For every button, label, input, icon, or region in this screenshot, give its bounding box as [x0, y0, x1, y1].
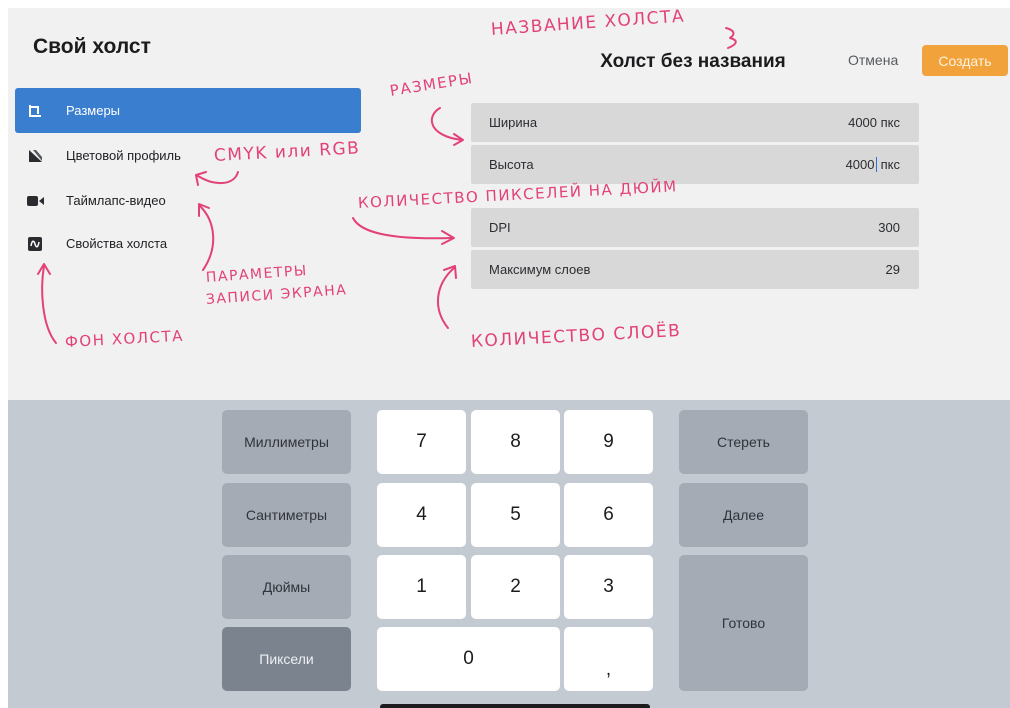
height-value-unit: пкс	[877, 157, 900, 172]
unit-centimeters-key[interactable]: Сантиметры	[222, 483, 351, 547]
width-field[interactable]: Ширина 4000 пкс	[471, 103, 919, 142]
digit-5-key[interactable]: 5	[471, 483, 560, 547]
done-key[interactable]: Готово	[679, 555, 808, 691]
home-indicator	[380, 704, 650, 708]
annotation-screen-record-1: ПАРАМЕТРЫ	[205, 262, 309, 286]
digit-9-key[interactable]: 9	[564, 410, 653, 474]
sidebar-item-label: Таймлапс-видео	[66, 193, 166, 208]
digit-4-key[interactable]: 4	[377, 483, 466, 547]
digit-8-key[interactable]: 8	[471, 410, 560, 474]
dimensions-icon	[26, 102, 44, 120]
create-button[interactable]: Создать	[922, 45, 1008, 76]
dpi-field[interactable]: DPI 300	[471, 208, 919, 247]
erase-key[interactable]: Стереть	[679, 410, 808, 474]
max-layers-value: 29	[885, 262, 900, 277]
numeric-keyboard: Миллиметры Сантиметры Дюймы Пиксели 7 8 …	[8, 400, 1010, 708]
digit-0-key[interactable]: 0	[377, 627, 560, 691]
digit-6-key[interactable]: 6	[564, 483, 653, 547]
max-layers-field[interactable]: Максимум слоев 29	[471, 250, 919, 289]
height-label: Высота	[489, 157, 534, 172]
annotation-sizes: РАЗМЕРЫ	[388, 68, 475, 100]
height-value-number: 4000	[845, 157, 875, 172]
unit-millimeters-key[interactable]: Миллиметры	[222, 410, 351, 474]
dpi-label: DPI	[489, 220, 511, 235]
sidebar-item-dimensions[interactable]: Размеры	[15, 88, 361, 133]
annotation-screen-record-2: ЗАПИСИ ЭКРАНА	[205, 282, 348, 308]
comma-key[interactable]: ,	[564, 627, 653, 691]
panel-title: Свой холст	[33, 35, 151, 58]
canvas-properties-icon	[26, 235, 44, 253]
digit-2-key[interactable]: 2	[471, 555, 560, 619]
canvas-name-title[interactable]: Холст без названия	[568, 51, 818, 73]
unit-pixels-key[interactable]: Пиксели	[222, 627, 351, 691]
sidebar-item-label: Цветовой профиль	[66, 148, 181, 163]
dpi-value: 300	[878, 220, 900, 235]
unit-inches-key[interactable]: Дюймы	[222, 555, 351, 619]
create-canvas-dialog: Свой холст Холст без названия Отмена Соз…	[8, 8, 1010, 708]
annotation-canvas-name: НАЗВАНИЕ ХОЛСТА	[490, 8, 686, 40]
digit-7-key[interactable]: 7	[377, 410, 466, 474]
height-field[interactable]: Высота 4000 пкс	[471, 145, 919, 184]
max-layers-label: Максимум слоев	[489, 262, 591, 277]
width-label: Ширина	[489, 115, 538, 130]
digit-3-key[interactable]: 3	[564, 555, 653, 619]
height-value: 4000 пкс	[846, 157, 900, 172]
video-camera-icon	[26, 192, 44, 210]
digit-1-key[interactable]: 1	[377, 555, 466, 619]
cancel-button[interactable]: Отмена	[848, 52, 898, 68]
color-profile-icon	[26, 147, 44, 165]
sidebar-item-canvas-properties[interactable]: Свойства холста	[15, 221, 361, 266]
sidebar-item-label: Свойства холста	[66, 236, 168, 251]
next-key[interactable]: Далее	[679, 483, 808, 547]
sidebar-item-timelapse[interactable]: Таймлапс-видео	[15, 178, 361, 223]
annotation-layers: КОЛИЧЕСТВО СЛОЁВ	[470, 320, 682, 352]
annotation-background: ФОН ХОЛСТА	[64, 326, 185, 351]
sidebar-item-label: Размеры	[66, 103, 121, 118]
width-value: 4000 пкс	[848, 115, 900, 130]
